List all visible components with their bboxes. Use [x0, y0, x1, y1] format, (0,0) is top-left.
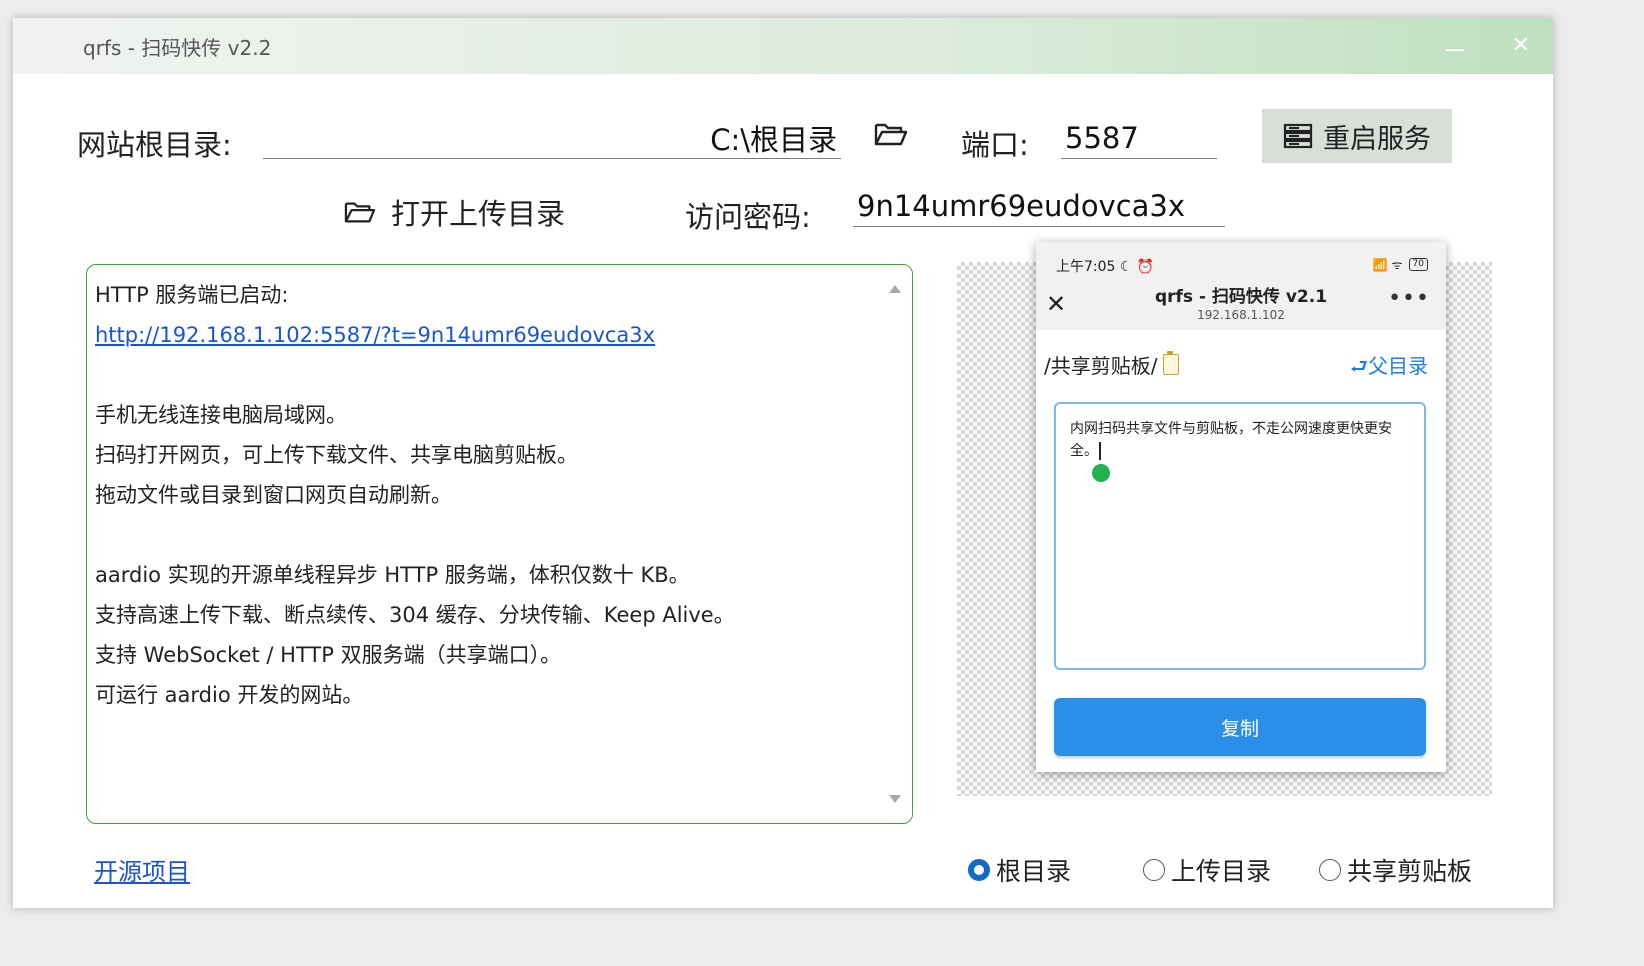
more-icon: ••• [1388, 286, 1430, 311]
log-line: 扫码打开网页，可上传下载文件、共享电脑剪贴板。 [95, 443, 578, 467]
log-line: HTTP 服务端已启动: [95, 283, 289, 307]
phone-path: /共享剪贴板/ [1044, 350, 1180, 379]
radio-unchecked-icon[interactable] [1143, 859, 1165, 881]
alarm-icon: ☾ ⏰ [1119, 259, 1155, 275]
app-window: qrfs - 扫码快传 v2.2 — ✕ 网站根目录: 端口: 重启服务 打开上… [13, 18, 1553, 908]
radio-shared-clipboard[interactable]: 共享剪贴板 [1319, 852, 1472, 888]
open-source-link[interactable]: 开源项目 [94, 852, 190, 887]
close-button[interactable]: ✕ [1501, 26, 1541, 66]
cursor-handle-icon [1092, 464, 1110, 482]
signal-icon: 📶 ᯤ [1372, 258, 1403, 272]
phone-clipboard-text: 内网扫码共享文件与剪贴板，不走公网速度更快更安全。 [1054, 402, 1426, 670]
phone-copy-button: 复制 [1054, 698, 1426, 756]
title-bar[interactable]: qrfs - 扫码快传 v2.2 — ✕ [13, 18, 1553, 74]
password-input[interactable] [853, 186, 1225, 227]
root-dir-input[interactable] [263, 118, 841, 159]
phone-status-time: 上午7:05 ☾ ⏰ [1056, 259, 1155, 275]
folder-open-icon [874, 123, 908, 146]
battery-icon: 70 [1408, 258, 1428, 271]
root-dir-label: 网站根目录: [77, 128, 232, 162]
restart-service-button[interactable]: 重启服务 [1262, 109, 1452, 163]
minimize-button[interactable]: — [1435, 26, 1475, 66]
open-upload-dir-label: 打开上传目录 [391, 197, 566, 231]
phone-header: 上午7:05 ☾ ⏰ 📶 ᯤ 70 ✕ qrfs - 扫码快传 v2.1 192… [1036, 242, 1446, 330]
preview-area: 上午7:05 ☾ ⏰ 📶 ᯤ 70 ✕ qrfs - 扫码快传 v2.1 192… [957, 242, 1492, 796]
log-line: aardio 实现的开源单线程异步 HTTP 服务端，体积仅数十 KB。 [95, 563, 690, 587]
clipboard-icon [1163, 351, 1180, 375]
log-line: 支持高速上传下载、断点续传、304 缓存、分块传输、Keep Alive。 [95, 603, 735, 627]
log-line: 可运行 aardio 开发的网站。 [95, 683, 364, 707]
log-line: http://192.168.1.102:5587/?t=9n14umr69eu… [95, 315, 875, 355]
server-icon [1283, 123, 1313, 149]
phone-host: 192.168.1.102 [1197, 308, 1285, 322]
folder-open-icon [344, 202, 376, 223]
log-line: 支持 WebSocket / HTTP 双服务端（共享端口）。 [95, 643, 562, 667]
log-scrollbar[interactable] [880, 265, 912, 823]
radio-upload-dir[interactable]: 上传目录 [1143, 852, 1271, 888]
restart-service-label: 重启服务 [1323, 123, 1431, 155]
radio-unchecked-icon[interactable] [1319, 859, 1341, 881]
radio-checked-icon[interactable] [968, 859, 990, 881]
phone-parent-dir: ⮐父目录 [1350, 354, 1428, 378]
port-input[interactable] [1061, 118, 1217, 159]
server-url-link[interactable]: http://192.168.1.102:5587/?t=9n14umr69eu… [95, 323, 655, 347]
scroll-down-arrow-icon[interactable] [889, 795, 901, 803]
log-output[interactable]: HTTP 服务端已启动: http://192.168.1.102:5587/?… [86, 264, 913, 824]
phone-screenshot: 上午7:05 ☾ ⏰ 📶 ᯤ 70 ✕ qrfs - 扫码快传 v2.1 192… [1036, 242, 1446, 772]
log-content: HTTP 服务端已启动: http://192.168.1.102:5587/?… [95, 275, 875, 715]
open-upload-dir-button[interactable]: 打开上传目录 [337, 190, 571, 234]
text-cursor-icon [1099, 442, 1101, 460]
window-title: qrfs - 扫码快传 v2.2 [83, 36, 272, 60]
browse-root-folder-button[interactable] [873, 118, 909, 154]
phone-status-icons: 📶 ᯤ 70 [1373, 256, 1428, 273]
radio-root-dir[interactable]: 根目录 [968, 852, 1071, 888]
phone-page-title: qrfs - 扫码快传 v2.1 [1154, 287, 1328, 307]
password-label: 访问密码: [685, 200, 811, 234]
scroll-up-arrow-icon[interactable] [889, 285, 901, 293]
log-line: 手机无线连接电脑局域网。 [95, 403, 347, 427]
port-label: 端口: [961, 128, 1029, 162]
log-line: 拖动文件或目录到窗口网页自动刷新。 [95, 483, 452, 507]
